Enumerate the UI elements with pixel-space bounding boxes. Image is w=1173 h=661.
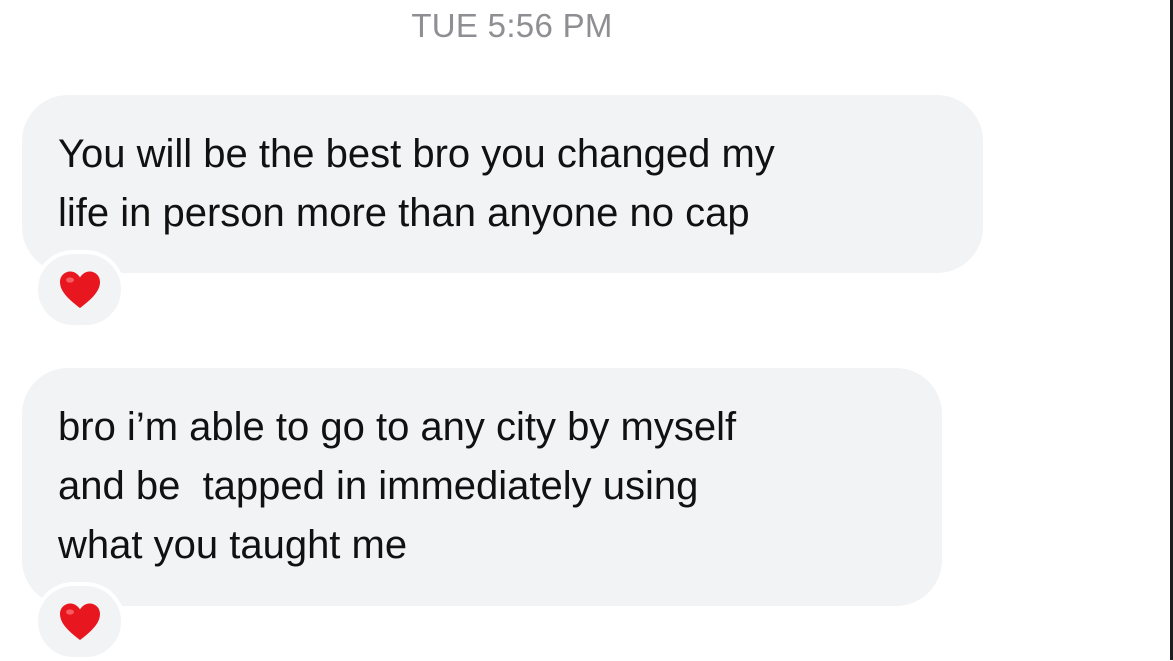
message-bubble-1[interactable]: You will be the best bro you changed my … bbox=[22, 95, 983, 273]
message-line: bro i’m able to go to any city by myself bbox=[58, 405, 737, 449]
message-bubble-2[interactable]: bro i’m able to go to any city by myself… bbox=[22, 368, 942, 606]
message-line: what you taught me bbox=[58, 523, 408, 567]
message-line: and be tapped in immediately using bbox=[58, 464, 699, 508]
message-line: life in person more than anyone no cap bbox=[58, 191, 750, 235]
heart-icon bbox=[59, 603, 100, 640]
heart-icon bbox=[59, 271, 100, 308]
message-line: You will be the best bro you changed my bbox=[58, 132, 775, 176]
reaction-badge-1[interactable] bbox=[34, 250, 125, 329]
message-timestamp: TUE 5:56 PM bbox=[411, 7, 613, 44]
reaction-badge-2[interactable] bbox=[34, 582, 125, 661]
